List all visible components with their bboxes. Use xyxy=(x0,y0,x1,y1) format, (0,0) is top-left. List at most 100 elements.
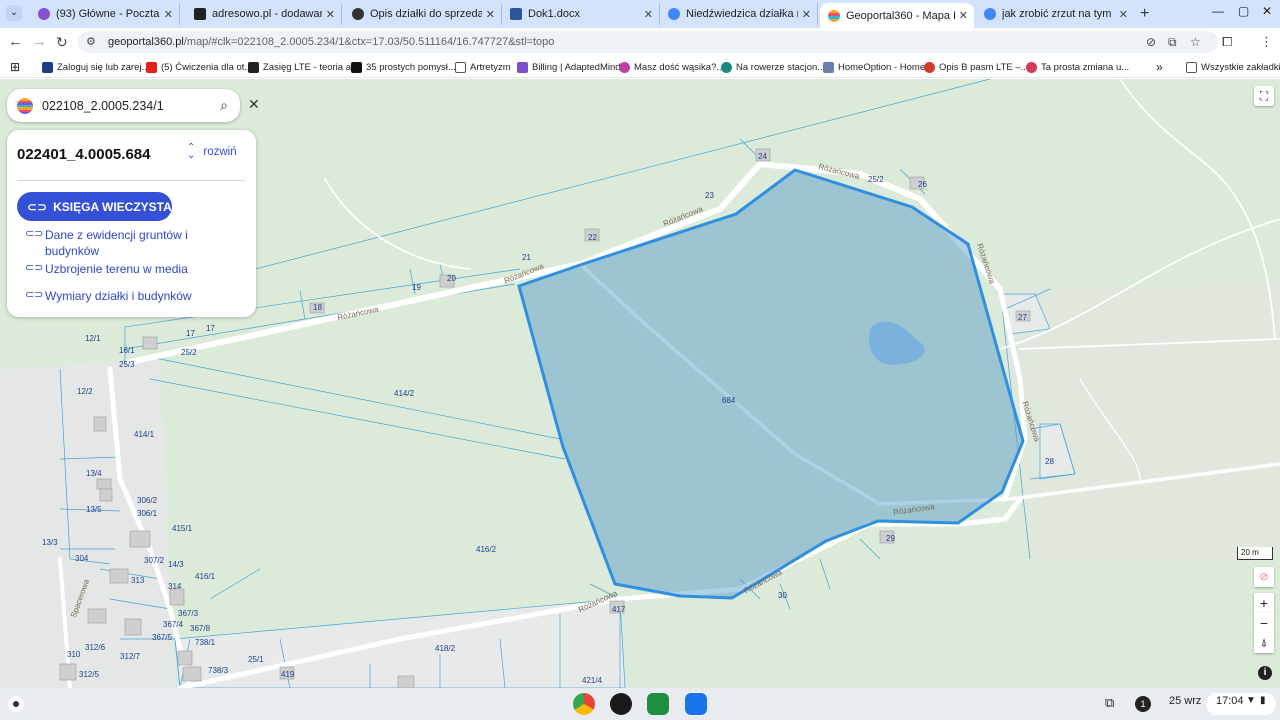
install-app-icon[interactable]: ⧉ xyxy=(1168,35,1177,50)
zoom-out-button[interactable]: − xyxy=(1254,613,1274,633)
tab-label: Opis działki do sprzedaży xyxy=(370,8,482,20)
utilities-link[interactable]: ⊂⊃ Uzbrojenie terenu w media xyxy=(25,261,188,277)
bookmark-item[interactable]: 35 prostych pomysł... xyxy=(351,59,456,75)
bookmark-label: (5) Ćwiczenia dla ot... xyxy=(161,61,253,73)
menu-icon[interactable]: ⋮ xyxy=(1260,33,1273,51)
bookmark-item[interactable]: (5) Ćwiczenia dla ot... xyxy=(146,59,252,75)
close-icon[interactable]: ✕ xyxy=(248,96,260,113)
tab-geoportal[interactable]: Geoportal360 - Mapa Interakty ✕ xyxy=(820,3,974,28)
tracking-off-icon[interactable]: ⊘ xyxy=(1146,35,1156,49)
tab-close-icon[interactable]: ✕ xyxy=(644,8,653,21)
bookmark-folder[interactable]: Artretyzm xyxy=(455,59,511,75)
more-bookmarks-button[interactable]: » xyxy=(1156,59,1163,75)
clipboard-icon[interactable]: ⧉ xyxy=(1105,695,1114,711)
tab-adresowo[interactable]: adresowo.pl - dodawanie bezpł ✕ xyxy=(186,3,342,25)
search-icon[interactable]: ⌕ xyxy=(220,97,228,114)
parcel-label: 367/5 xyxy=(152,633,173,642)
geoportal-favicon-icon xyxy=(828,9,840,22)
parcel-label: 17 xyxy=(186,329,195,338)
tab-dok1[interactable]: Dok1.docx ✕ xyxy=(502,3,660,25)
app-icon[interactable] xyxy=(647,693,669,715)
tab-search-chevron-icon[interactable]: ⌄ xyxy=(6,5,22,21)
land-registry-button[interactable]: ⊂⊃ KSIĘGA WIECZYSTA xyxy=(17,192,172,221)
parcel-label: 312/6 xyxy=(85,643,106,652)
site-info-icon[interactable]: ⚙ xyxy=(86,35,100,49)
maximize-button[interactable]: ▢ xyxy=(1238,4,1249,18)
parcel-label: 25/2 xyxy=(181,348,197,357)
bookmark-favicon-icon xyxy=(924,61,935,73)
bookmark-favicon-icon xyxy=(517,61,528,73)
parcel-label: 306/2 xyxy=(137,496,158,505)
folder-icon xyxy=(1186,61,1197,73)
bookmark-item[interactable]: Masz dość wąsika?... xyxy=(619,59,724,75)
parcel-label: 30 xyxy=(778,591,787,600)
all-bookmarks-folder[interactable]: Wszystkie zakładki xyxy=(1186,59,1280,75)
notification-count-badge[interactable]: 1 xyxy=(1135,696,1151,712)
divider xyxy=(17,180,245,181)
tab-zrzut[interactable]: jak zrobić zrzut na tym komput ✕ xyxy=(976,3,1134,25)
tab-close-icon[interactable]: ✕ xyxy=(326,8,335,21)
zoom-in-button[interactable]: + xyxy=(1254,593,1274,613)
close-window-button[interactable]: ✕ xyxy=(1262,4,1272,18)
url-text[interactable]: geoportal360.pl/map/#clk=022108_2.0005.2… xyxy=(108,36,554,48)
bookmark-label: Zaloguj się lub zarej... xyxy=(57,61,150,73)
link-icon: ⊂⊃ xyxy=(25,289,44,301)
bookmark-item[interactable]: Billing | AdaptedMind xyxy=(517,59,621,75)
land-records-link[interactable]: ⊂⊃ Dane z ewidencji gruntów i budynków xyxy=(25,227,215,259)
dimensions-link[interactable]: ⊂⊃ Wymiary działki i budynków xyxy=(25,288,192,304)
bookmark-item[interactable]: Ta prosta zmiana u... xyxy=(1026,59,1129,75)
parcel-label: 14/3 xyxy=(168,560,184,569)
parcel-label: 421/4 xyxy=(582,676,603,685)
bookmark-favicon-icon xyxy=(619,61,630,73)
search-input[interactable]: 022108_2.0005.234/1 xyxy=(42,99,220,113)
tab-favicon-icon xyxy=(38,8,50,20)
info-icon[interactable]: i xyxy=(1258,666,1272,680)
address-bar[interactable]: ⚙ geoportal360.pl/map/#clk=022108_2.0005… xyxy=(78,31,1218,53)
launcher-icon[interactable] xyxy=(8,696,24,712)
tab-niedzwiedzica[interactable]: Niedźwiedzica działka nr 234/ ✕ xyxy=(660,3,818,25)
bookmark-item[interactable]: Zaloguj się lub zarej... xyxy=(42,59,149,75)
parcel-label: 20 xyxy=(447,274,456,283)
app-icon[interactable] xyxy=(610,693,632,715)
extensions-icon[interactable]: ⧠ xyxy=(1222,33,1232,51)
back-arrow-icon[interactable]: ← xyxy=(8,33,23,51)
tab-close-icon[interactable]: ✕ xyxy=(959,9,968,22)
reload-icon[interactable]: ↻ xyxy=(56,33,68,51)
tab-close-icon[interactable]: ✕ xyxy=(1119,8,1128,21)
date-label[interactable]: 25 wrz xyxy=(1169,695,1201,707)
apps-grid-icon[interactable]: ⊞ xyxy=(10,59,20,75)
bookmark-item[interactable]: Opis B pasm LTE –... xyxy=(924,59,1029,75)
tab-opis-dzialki[interactable]: Opis działki do sprzedaży ✕ xyxy=(344,3,502,25)
tab-close-icon[interactable]: ✕ xyxy=(486,8,495,21)
dimensions-label: Wymiary działki i budynków xyxy=(45,289,192,303)
tab-close-icon[interactable]: ✕ xyxy=(164,8,173,21)
parcel-label: 414/2 xyxy=(394,389,415,398)
new-tab-button[interactable]: + xyxy=(1140,5,1149,23)
measure-tool-icon[interactable]: ⊘ xyxy=(1254,567,1274,587)
parcel-label: 684 xyxy=(722,396,736,405)
parcel-label: 417 xyxy=(612,605,626,614)
tab-poczta[interactable]: (93) Główne - Poczta o2 ✕ xyxy=(30,3,180,25)
bookmark-item[interactable]: HomeOption - Home xyxy=(823,59,925,75)
parcel-label: 367/4 xyxy=(163,620,184,629)
expand-button[interactable]: ⌃ ⌄ rozwiń xyxy=(187,143,237,161)
minimize-button[interactable]: — xyxy=(1212,4,1224,18)
battery-icon: ▮ xyxy=(1260,695,1266,706)
files-app-icon[interactable] xyxy=(685,693,707,715)
bookmark-item[interactable]: Na rowerze stacjon... xyxy=(721,59,825,75)
parcel-search-box[interactable]: 022108_2.0005.234/1 ⌕ xyxy=(7,89,240,122)
parcel-label: 12/2 xyxy=(77,387,93,396)
bookmarks-bar: ⊞ Zaloguj się lub zarej... (5) Ćwiczenia… xyxy=(0,56,1280,78)
tab-strip: ⌄ (93) Główne - Poczta o2 ✕ adresowo.pl … xyxy=(0,0,1280,28)
tab-close-icon[interactable]: ✕ xyxy=(802,8,811,21)
bookmark-star-icon[interactable]: ☆ xyxy=(1190,35,1201,49)
bookmark-label: Artretyzm xyxy=(470,61,511,73)
forward-arrow-icon[interactable]: → xyxy=(32,33,47,51)
fullscreen-icon[interactable]: ⛶ xyxy=(1254,86,1274,106)
chrome-app-icon[interactable] xyxy=(573,693,595,715)
bookmark-item[interactable]: Zasięg LTE - teoria a... xyxy=(248,59,359,75)
tab-label: adresowo.pl - dodawanie bezpł xyxy=(212,8,322,20)
compass-reset-icon[interactable]: ⍋ xyxy=(1254,633,1274,653)
bookmark-label: Billing | AdaptedMind xyxy=(532,61,621,73)
parcel-label: 26 xyxy=(918,180,927,189)
